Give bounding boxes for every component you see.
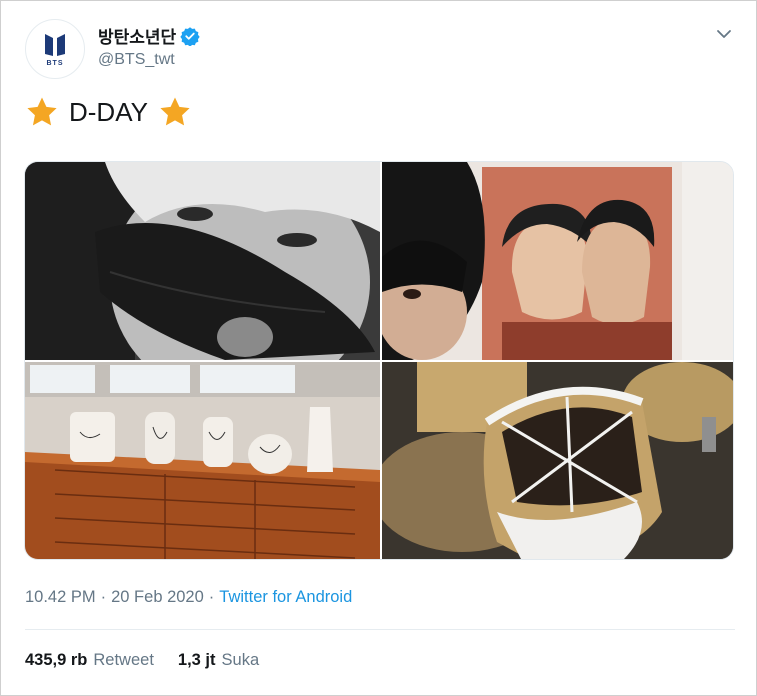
photo-2[interactable]: [382, 162, 733, 360]
photo-masked-selfie: [25, 162, 380, 360]
tweet-date[interactable]: 20 Feb 2020: [111, 588, 204, 607]
tweet-card: BTS 방탄소년단 @BTS_twt D-DAY 10.42 PM · 20 F…: [0, 0, 757, 696]
like-stat[interactable]: 1,3 jt Suka: [178, 651, 259, 670]
star-icon: [160, 97, 190, 126]
photo-3[interactable]: [25, 362, 380, 559]
chevron-down-icon[interactable]: [714, 26, 734, 42]
tweet-time[interactable]: 10.42 PM: [25, 588, 96, 607]
user-handle[interactable]: @BTS_twt: [98, 51, 175, 69]
tweet-body-text: D-DAY: [69, 97, 148, 127]
star-icon: [27, 97, 57, 126]
like-count: 1,3 jt: [177, 651, 216, 669]
retweet-count: 435,9 rb: [25, 651, 88, 669]
photo-4[interactable]: [382, 362, 733, 559]
retweet-label: Retweet: [93, 651, 154, 669]
tweet-source-link[interactable]: Twitter for Android: [219, 588, 352, 607]
verified-badge-icon: [180, 26, 200, 46]
media-grid: [24, 161, 734, 560]
avatar[interactable]: BTS: [25, 19, 85, 79]
tweet-stats: 435,9 rb Retweet 1,3 jt Suka: [25, 651, 283, 670]
tweet-meta: 10.42 PM · 20 Feb 2020 · Twitter for And…: [25, 588, 352, 607]
photo-snowy-straw: [382, 362, 733, 559]
retweet-stat[interactable]: 435,9 rb Retweet: [25, 651, 154, 670]
avatar-logo-text: BTS: [46, 59, 64, 67]
author-name-row: 방탄소년단: [98, 23, 200, 48]
photo-1[interactable]: [25, 162, 380, 360]
divider: [25, 629, 735, 630]
photo-painting-selfie: [382, 162, 733, 360]
like-label: Suka: [221, 651, 260, 669]
bts-logo-icon: [45, 33, 65, 56]
tweet-text: D-DAY: [25, 94, 192, 130]
meta-separator: ·: [100, 588, 107, 606]
photo-vases-dresser: [25, 362, 380, 559]
meta-separator: ·: [208, 588, 215, 606]
display-name[interactable]: 방탄소년단: [98, 23, 176, 48]
